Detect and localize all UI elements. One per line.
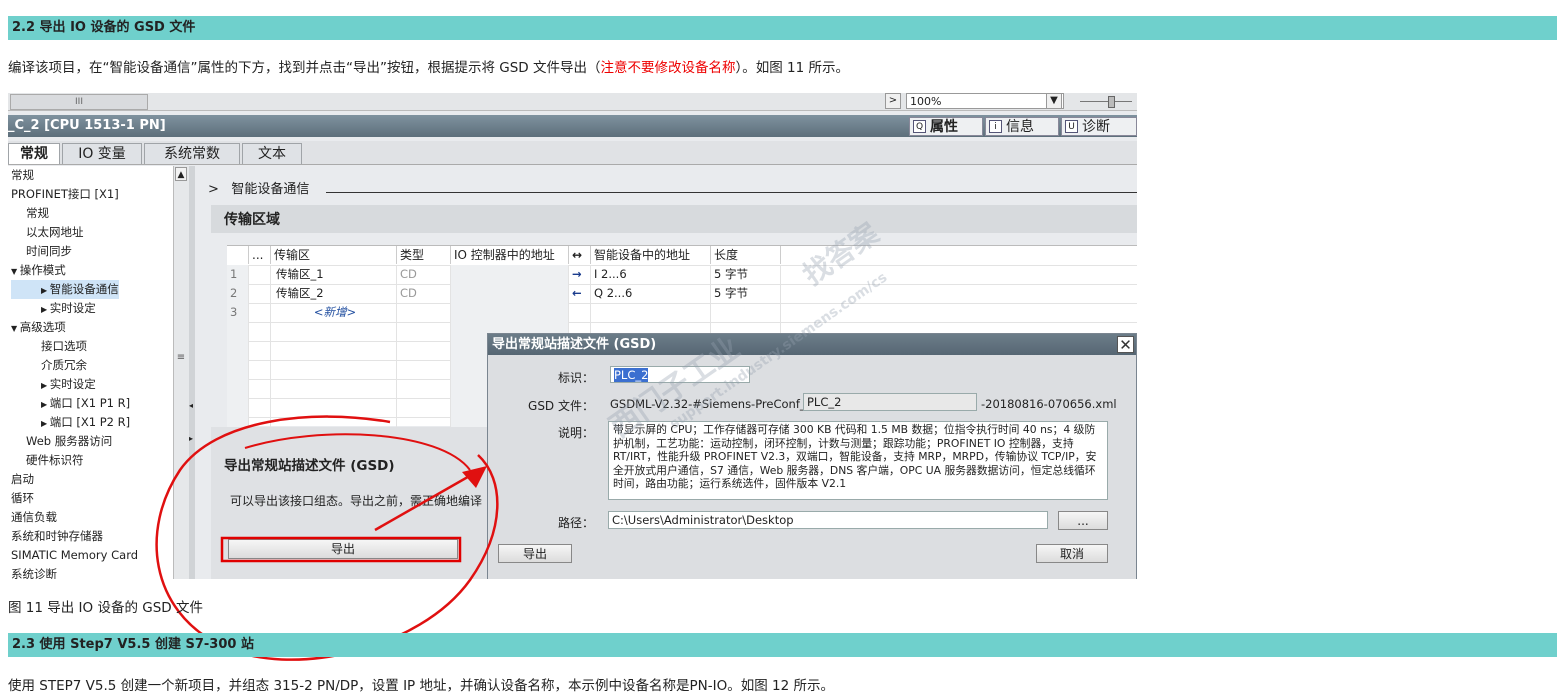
outro-paragraph: 使用 STEP7 V5.5 创建一个新项目，并组态 315-2 PN/DP，设置…: [8, 678, 834, 694]
section-title-2: 2.3 使用 Step7 V5.5 创建 S7-300 站: [12, 637, 254, 652]
annotation-arrow: [374, 468, 481, 532]
annotation-overlay: [155, 415, 499, 661]
export-highlight: [220, 536, 462, 563]
section-header-2-3: 2.3 使用 Step7 V5.5 创建 S7-300 站: [8, 633, 1557, 657]
figure-caption: 图 11 导出 IO 设备的 GSD 文件: [8, 600, 203, 616]
annotation-circle-inner: [244, 433, 471, 471]
